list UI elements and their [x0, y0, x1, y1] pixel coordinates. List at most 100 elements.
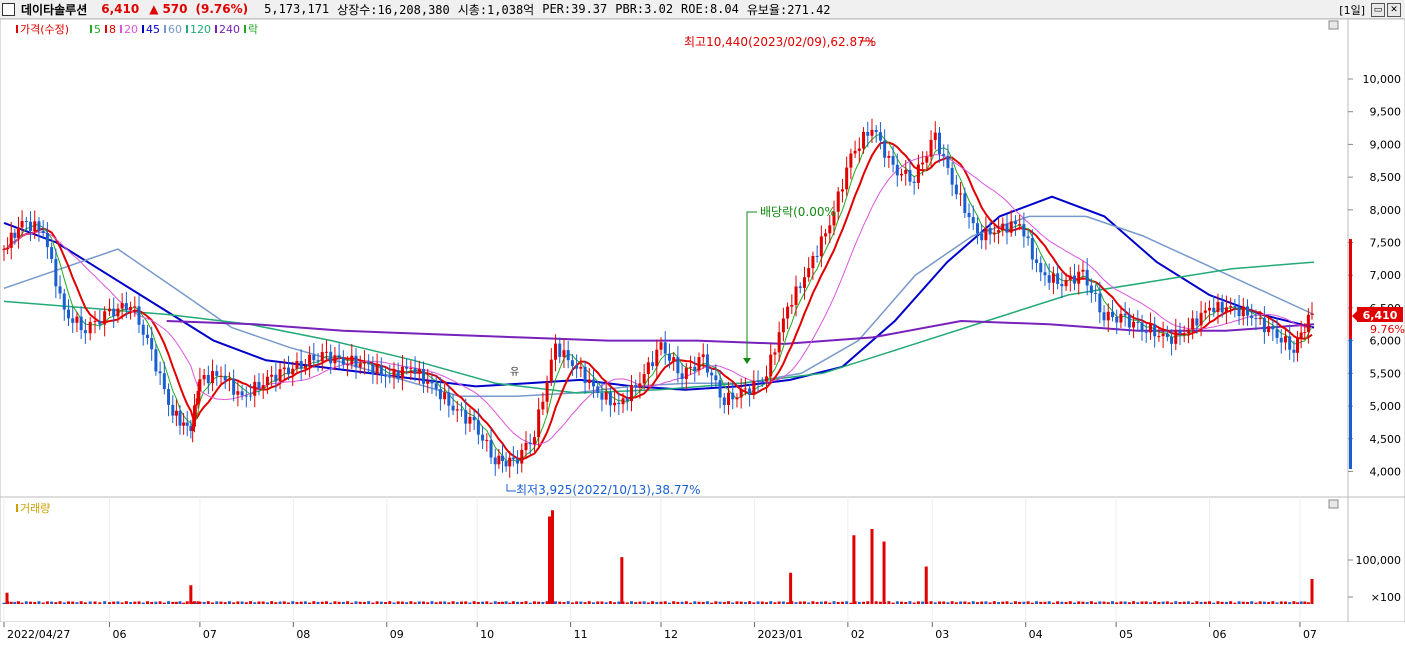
volume-bar: [900, 601, 904, 604]
candle-body: [137, 306, 141, 325]
volume-bar: [811, 601, 815, 604]
volume-spike-bar: [852, 535, 856, 604]
volume-bar: [270, 601, 274, 604]
volume-bar: [182, 602, 186, 604]
candle-body: [672, 357, 676, 361]
volume-bar: [1250, 601, 1254, 604]
volume-bar: [727, 601, 731, 604]
candle-body: [162, 373, 166, 390]
listed-shares: 상장수:16,208,380: [337, 2, 450, 17]
candle-body: [107, 308, 111, 312]
volume-bar: [508, 602, 512, 604]
candle-body: [58, 286, 62, 294]
volume-bar: [541, 601, 545, 604]
candle-body: [1089, 285, 1093, 293]
volume-bar: [88, 601, 92, 604]
candle-body: [950, 167, 954, 185]
candle-body: [933, 132, 937, 141]
candle-body: [1195, 318, 1199, 326]
volume-bar: [562, 602, 566, 604]
volume-legend: 거래량: [16, 502, 50, 515]
candle-body: [24, 221, 28, 223]
volume-spike-bar: [551, 510, 555, 604]
candle-body: [1267, 326, 1271, 333]
volume-bar: [1174, 601, 1178, 604]
candle-body: [984, 227, 988, 241]
restore-window-icon[interactable]: ▭: [1371, 3, 1385, 17]
candle-body: [438, 389, 442, 400]
candle-body: [904, 169, 908, 174]
volume-bar: [1220, 601, 1224, 604]
volume-bar: [219, 601, 223, 604]
x-tick-label: 09: [390, 628, 404, 641]
candle-body: [663, 342, 667, 354]
candle-body: [240, 391, 244, 396]
volume-pane-max-button[interactable]: [1328, 499, 1339, 509]
candle-body: [992, 232, 996, 235]
volume-bar: [722, 601, 726, 604]
candle-body: [141, 324, 145, 335]
volume-bar: [600, 601, 604, 604]
candle-body: [705, 354, 709, 373]
volume-bar: [554, 601, 558, 604]
candle-body: [1203, 310, 1207, 313]
volume-bar: [1013, 601, 1017, 604]
volume-bar: [371, 602, 375, 604]
candle-body: [1220, 302, 1224, 313]
volume-bar: [167, 601, 171, 604]
y-tick-label: 8,000: [1370, 204, 1402, 217]
volume-bar: [916, 601, 920, 604]
candle-body: [472, 416, 476, 421]
candle-body: [1136, 321, 1140, 323]
volume-bar: [558, 601, 562, 604]
candle-body: [257, 381, 261, 389]
close-window-icon[interactable]: ✕: [1387, 3, 1401, 17]
candle-body: [596, 386, 600, 393]
stock-chart[interactable]: 4,0004,5005,0005,5006,0006,5007,0007,500…: [0, 19, 1405, 648]
candle-body: [346, 364, 350, 366]
candle-body: [447, 392, 451, 406]
candle-body: [1119, 313, 1123, 323]
volume-bar: [443, 601, 447, 604]
legend-label: 240: [219, 23, 240, 36]
volume-bar: [663, 601, 667, 604]
x-tick-label: 11: [574, 628, 588, 641]
volume-bar: [215, 601, 219, 604]
volume-bar: [895, 601, 899, 604]
candle-body: [270, 374, 274, 377]
candle-body: [367, 361, 371, 365]
legend-label: 120: [190, 23, 211, 36]
volume-bar: [16, 601, 20, 604]
volume-bar: [451, 601, 455, 604]
volume-bar: [75, 602, 79, 604]
y-tick-label: 5,000: [1370, 400, 1402, 413]
volume-bar: [613, 602, 617, 604]
volume-bar: [587, 601, 591, 604]
candle-body: [655, 349, 659, 367]
volume-bar: [472, 601, 476, 604]
candle-body: [274, 374, 278, 382]
volume-bar: [1288, 602, 1292, 604]
volume-bar: [1060, 601, 1064, 604]
candle-body: [1153, 324, 1157, 337]
volume-bar: [840, 601, 844, 604]
legend-swatch: [105, 25, 107, 33]
volume-bar: [1267, 602, 1271, 604]
checkbox[interactable]: [2, 2, 15, 16]
pane-max-button[interactable]: [1328, 20, 1339, 30]
candle-body: [1174, 330, 1178, 344]
volume-bar: [904, 602, 908, 604]
volume-bar: [1299, 601, 1303, 604]
candle-body: [1170, 337, 1174, 344]
x-tick-label: 2023/01: [757, 628, 803, 641]
stock-name[interactable]: 데이타솔루션: [21, 1, 87, 18]
volume-bar: [1030, 602, 1034, 604]
legend-swatch: [142, 25, 144, 33]
volume-bar: [124, 601, 128, 604]
candle-body: [1115, 317, 1119, 323]
volume-bar: [54, 602, 58, 604]
volume-bar: [769, 601, 773, 604]
period-selector[interactable]: [1일]: [1339, 2, 1365, 18]
candle-body: [192, 405, 196, 427]
volume-bar: [1203, 601, 1207, 604]
